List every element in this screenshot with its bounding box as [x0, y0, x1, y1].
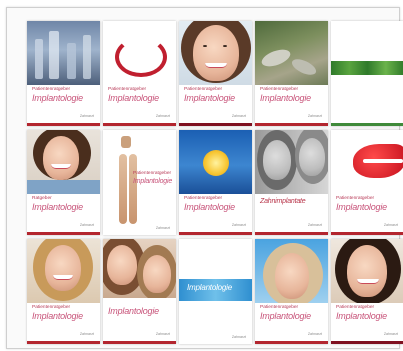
- card-title: Implantologie: [336, 311, 387, 322]
- brochure-card-14[interactable]: Patientenratgeber Implantologie Zahnarzt: [255, 239, 328, 344]
- card-title: Implantologie: [260, 93, 311, 104]
- brochure-grid: Patientenratgeber Implantologie Zahnarzt…: [27, 21, 403, 344]
- card-logo: Zahnarzt: [79, 114, 94, 118]
- card-title: Implantologie: [336, 202, 387, 213]
- two-women-photo: [255, 130, 328, 195]
- card-title: Implantologie: [32, 202, 83, 213]
- card-logo: Zahnarzt: [383, 332, 398, 336]
- smiling-woman-photo: [179, 21, 252, 86]
- mother-daughter-photo: [103, 239, 176, 299]
- card-title: Implantologie: [187, 283, 232, 292]
- card-logo: Zahnarzt: [231, 335, 246, 339]
- brochure-card-8[interactable]: Patientenratgeber Implantologie Zahnarzt: [179, 130, 252, 235]
- rocks-forest-photo: [255, 21, 328, 86]
- card-logo: Zahnarzt: [79, 223, 94, 227]
- brochure-card-12[interactable]: Implantologie Zahnarzt: [103, 239, 176, 344]
- brochure-card-2[interactable]: Patientenratgeber Implantologie Zahnarzt: [103, 21, 176, 126]
- card-logo: Zahnarzt: [307, 114, 322, 118]
- card-logo: Zahnarzt: [231, 223, 246, 227]
- lips-graphic: [103, 21, 176, 86]
- card-logo: Zahnarzt: [307, 223, 322, 227]
- brochure-card-1[interactable]: Patientenratgeber Implantologie Zahnarzt: [27, 21, 100, 126]
- card-logo: Zahnarzt: [383, 223, 398, 227]
- brochure-card-15[interactable]: Patientenratgeber Implantologie Zahnarzt: [331, 239, 403, 344]
- card-logo: Zahnarzt: [155, 226, 170, 230]
- brochure-card-13[interactable]: Implantologie Zahnarzt: [179, 239, 252, 344]
- card-title: Implantologie: [108, 306, 159, 317]
- card-title: Zahnimplantate: [260, 198, 306, 206]
- smiling-woman-photo: [27, 130, 100, 195]
- brochure-card-3[interactable]: Patientenratgeber Implantologie Zahnarzt: [179, 21, 252, 126]
- blonde-woman-blue-photo: [255, 239, 328, 304]
- brochure-card-5[interactable]: [331, 21, 403, 126]
- card-logo: Zahnarzt: [155, 114, 170, 118]
- dark-haired-woman-photo: [331, 239, 403, 304]
- red-lips-graphic: [331, 130, 403, 195]
- card-title: Implantologie: [184, 93, 235, 104]
- bottles-photo: [27, 21, 100, 86]
- brochure-gallery-frame: Patientenratgeber Implantologie Zahnarzt…: [6, 7, 403, 349]
- card-logo: Zahnarzt: [307, 332, 322, 336]
- blonde-woman-photo: [27, 239, 100, 304]
- grass-photo: [331, 21, 403, 86]
- brochure-card-4[interactable]: Patientenratgeber Implantologie Zahnarzt: [255, 21, 328, 126]
- card-title: Implantologie: [184, 202, 235, 213]
- card-logo: Zahnarzt: [231, 114, 246, 118]
- card-title: Implantologie: [108, 93, 159, 104]
- sun-over-water-photo: [179, 130, 252, 195]
- brochure-card-6[interactable]: Ratgeber Implantologie Zahnarzt: [27, 130, 100, 235]
- card-subtitle: Patientenratgeber: [133, 171, 172, 176]
- card-title: Implantologie: [133, 177, 173, 185]
- brochure-card-10[interactable]: Patientenratgeber Implantologie Zahnarzt: [331, 130, 403, 235]
- card-title: Implantologie: [260, 311, 311, 322]
- brochure-card-9[interactable]: Zahnimplantate Zahnarzt: [255, 130, 328, 235]
- card-logo: Zahnarzt: [155, 332, 170, 336]
- card-title: Implantologie: [32, 93, 83, 104]
- card-logo: Zahnarzt: [79, 332, 94, 336]
- brochure-card-11[interactable]: Patientenratgeber Implantologie Zahnarzt: [27, 239, 100, 344]
- brochure-card-7[interactable]: Patientenratgeber Implantologie Zahnarzt: [103, 130, 176, 235]
- card-title: Implantologie: [32, 311, 83, 322]
